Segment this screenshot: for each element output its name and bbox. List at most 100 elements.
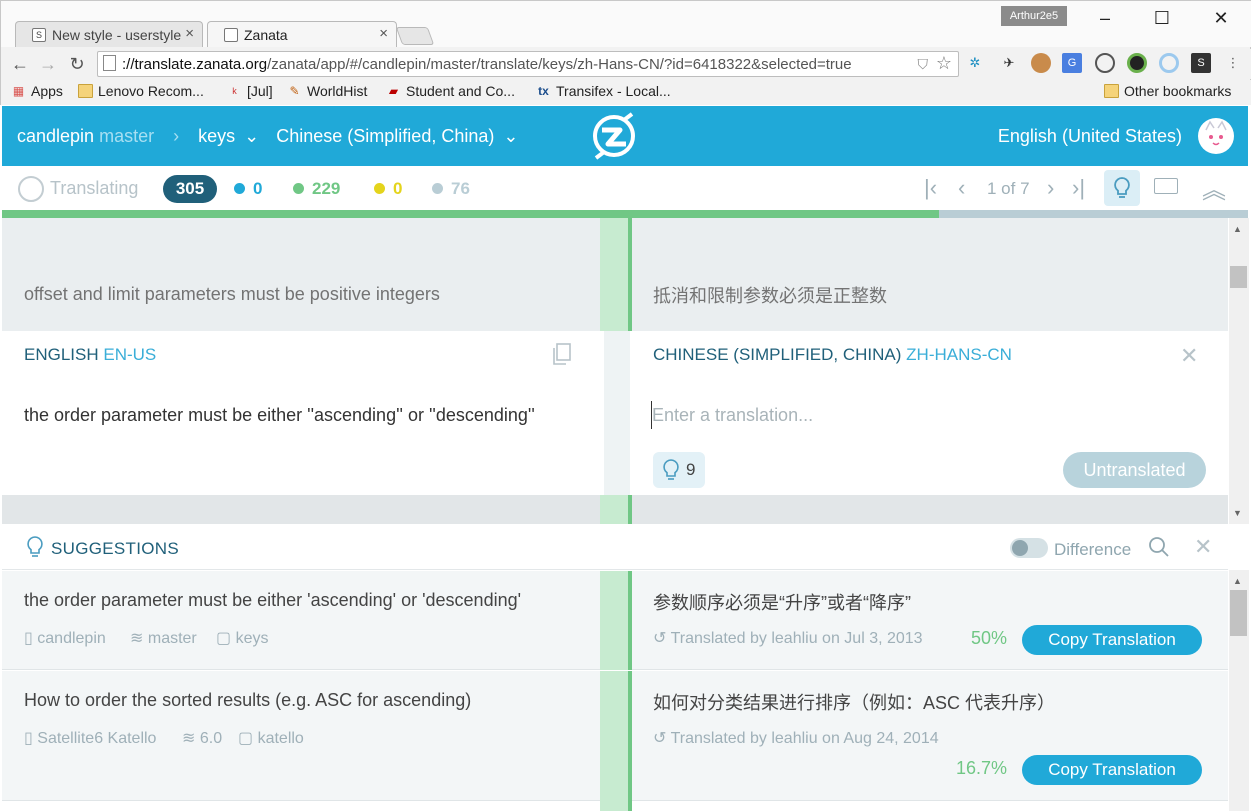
suggestion-row: the order parameter must be either 'asce… (2, 571, 1228, 670)
forward-icon[interactable]: → (37, 53, 59, 75)
menu-icon[interactable]: ⋮ (1223, 53, 1243, 73)
avatar[interactable] (1198, 118, 1234, 154)
suggestion-source: the order parameter must be either 'asce… (24, 590, 522, 610)
close-window-icon[interactable]: ✕ (1207, 7, 1235, 29)
ui-language-selector[interactable]: English (United States) (998, 126, 1182, 147)
shield-icon[interactable]: ⛉ (918, 56, 929, 73)
keyboard-icon[interactable] (1154, 178, 1178, 194)
minimize-icon[interactable]: – (1091, 7, 1119, 29)
extension-icon[interactable]: ✲ (965, 53, 985, 73)
untranslated-state-button[interactable]: Untranslated (1063, 452, 1206, 488)
needs-review-filter[interactable]: 0 (234, 179, 262, 199)
match-percent: 50% (971, 628, 1008, 648)
first-page-icon[interactable]: |‹ (924, 175, 937, 201)
previous-page-icon[interactable]: ‹ (958, 175, 965, 201)
bookmark-jul[interactable]: k [Jul] (227, 83, 272, 99)
status-column (600, 218, 628, 331)
page-info-icon[interactable] (103, 55, 116, 71)
copy-translation-button[interactable]: Copy Translation (1022, 625, 1202, 655)
layers-icon: ≋ (182, 730, 196, 747)
version-link[interactable]: master (99, 126, 154, 146)
suggestion-project[interactable]: ▯ Satellite6 Katello (24, 728, 156, 748)
suggestion-document[interactable]: ▢ katello (238, 728, 304, 748)
suggestions-scrollbar[interactable]: ▲ (1229, 570, 1249, 811)
sync-extension-icon[interactable] (1095, 53, 1115, 73)
scroll-up-icon[interactable]: ▲ (1233, 224, 1242, 234)
back-icon[interactable]: ← (9, 53, 31, 75)
url-text: ://translate.zanata.org/zanata/app/#/can… (122, 56, 852, 73)
difference-toggle[interactable] (1010, 538, 1048, 558)
suggestion-version[interactable]: ≋ master (130, 628, 197, 648)
total-count-badge[interactable]: 305 (163, 175, 217, 203)
tab-zanata[interactable]: Zanata × (207, 21, 397, 47)
project-link[interactable]: candlepin (17, 126, 94, 146)
bookmark-apps[interactable]: ▦ Apps (11, 83, 63, 99)
search-icon[interactable] (1148, 536, 1170, 558)
bookmark-star-icon[interactable]: ☆ (936, 53, 952, 74)
copy-translation-button[interactable]: Copy Translation (1022, 755, 1202, 785)
transifex-icon: tx (538, 84, 549, 98)
document-icon: ▢ (238, 730, 254, 747)
scrollbar-thumb[interactable] (1230, 590, 1247, 636)
row-divider (600, 671, 628, 811)
bookmark-transifex[interactable]: tx Transifex - Local... (536, 83, 670, 99)
current-row: ENGLISH EN-US the order parameter must b… (2, 331, 1228, 495)
target-language-selector[interactable]: Chinese (Simplified, China) (276, 126, 494, 146)
bookmark-worldhist[interactable]: ✎ WorldHist (287, 83, 367, 99)
scrollbar-thumb[interactable] (1230, 266, 1247, 288)
suggestion-count-button[interactable]: 9 (653, 452, 705, 488)
editor-scrollbar[interactable]: ▲ ▼ (1229, 218, 1249, 524)
next-page-icon[interactable]: › (1047, 175, 1054, 201)
bookmark-other[interactable]: Other bookmarks (1104, 83, 1231, 99)
close-tab-icon[interactable]: × (379, 25, 388, 42)
close-suggestions-icon[interactable]: ✕ (1194, 534, 1212, 560)
copy-source-icon[interactable] (552, 343, 571, 365)
tab-title: Zanata (244, 27, 288, 43)
bookmark-student[interactable]: ▰ Student and Co... (386, 83, 515, 99)
suggestions-panel: SUGGESTIONS Difference ✕ the order param… (2, 524, 1228, 811)
suggestion-document[interactable]: ▢ keys (216, 628, 268, 648)
color-extension-icon[interactable] (1127, 53, 1147, 73)
status-line (628, 218, 632, 331)
last-page-icon[interactable]: ›| (1072, 175, 1085, 201)
layers-icon: ≋ (130, 630, 144, 647)
translation-input[interactable] (651, 401, 1211, 429)
fuzzy-filter[interactable]: 0 (374, 179, 402, 199)
suggestions-header: SUGGESTIONS Difference ✕ (2, 524, 1228, 570)
previous-target-text[interactable]: 抵消和限制参数必须是正整数 (653, 282, 887, 308)
browser-chrome: S New style - userstyle × Zanata × Arthu… (0, 0, 1251, 105)
history-icon: ↺ (653, 730, 667, 747)
untranslated-filter[interactable]: 76 (432, 179, 470, 199)
scroll-down-icon[interactable]: ▼ (1233, 508, 1242, 518)
page-favicon-icon (224, 28, 238, 42)
translate-extension-icon[interactable]: G (1062, 53, 1082, 73)
maximize-icon[interactable]: ☐ (1148, 7, 1176, 29)
document-selector[interactable]: keys (198, 126, 235, 146)
close-tab-icon[interactable]: × (185, 25, 194, 42)
profile-badge[interactable]: Arthur2e5 (1001, 6, 1067, 26)
suggestion-project[interactable]: ▯ candlepin (24, 628, 106, 648)
suggestions-toggle-button[interactable] (1104, 170, 1140, 206)
reload-icon[interactable]: ↻ (66, 53, 88, 75)
folder-icon (78, 84, 93, 98)
chevron-down-icon: ⌄ (503, 126, 519, 146)
translated-dot-icon (293, 183, 304, 194)
ring-extension-icon[interactable] (1159, 53, 1179, 73)
tab-userstyle[interactable]: S New style - userstyle × (15, 21, 203, 47)
suggestion-version[interactable]: ≋ 6.0 (182, 728, 222, 748)
project-icon: ▯ (24, 730, 33, 747)
bookmark-lenovo[interactable]: Lenovo Recom... (78, 83, 204, 99)
progress-bar (2, 210, 1248, 218)
cookie-extension-icon[interactable] (1031, 53, 1051, 73)
new-tab-button[interactable] (395, 27, 435, 45)
adblock-extension-icon[interactable]: ✈ (999, 53, 1019, 73)
translated-filter[interactable]: 229 (293, 179, 340, 199)
previous-source-text[interactable]: offset and limit parameters must be posi… (24, 284, 440, 305)
address-bar[interactable]: ://translate.zanata.org/zanata/app/#/can… (97, 51, 959, 77)
bookmarks-bar: ▦ Apps Lenovo Recom... k [Jul] ✎ WorldHist … (1, 80, 1251, 105)
scroll-up-icon[interactable]: ▲ (1233, 576, 1242, 586)
close-editor-icon[interactable]: ✕ (1180, 343, 1198, 369)
collapse-up-icon[interactable]: ︽ (1202, 170, 1226, 205)
stylish-extension-icon[interactable]: S (1191, 53, 1211, 73)
zanata-logo-icon[interactable] (590, 112, 638, 160)
